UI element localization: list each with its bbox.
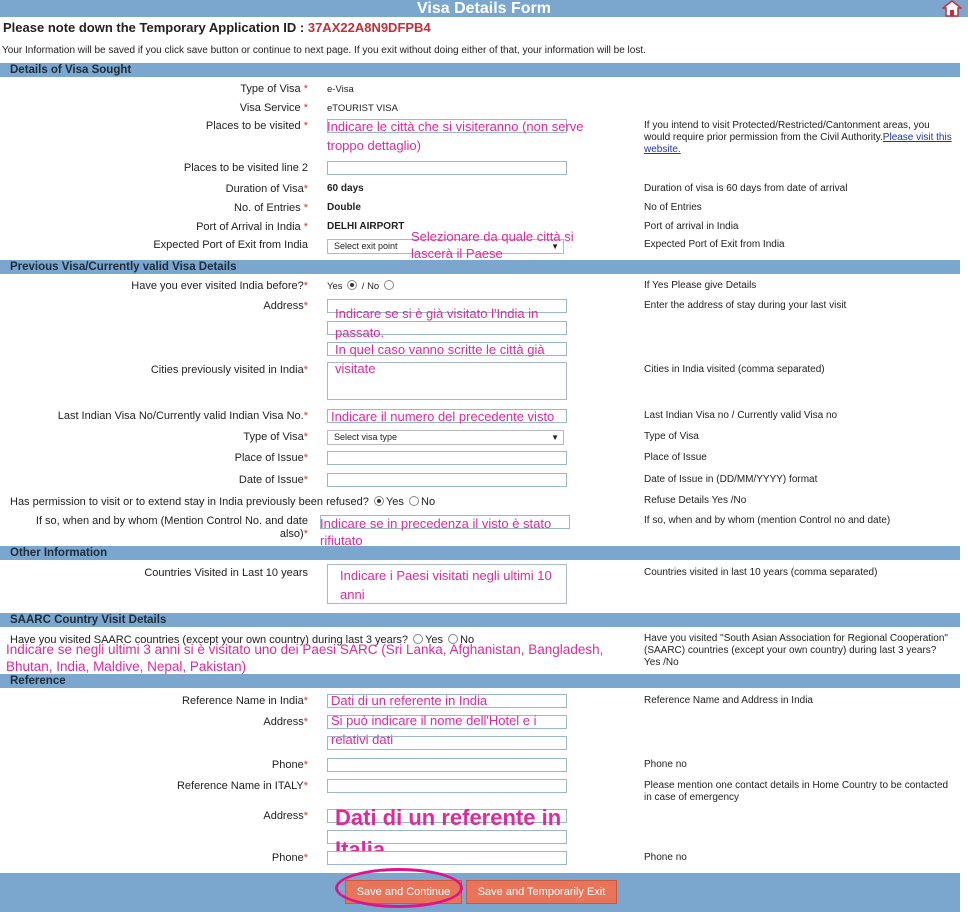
ref-name-italy-label: Reference Name in ITALY* [176,780,308,792]
visited-yes-radio[interactable] [347,280,358,291]
home-icon[interactable] [940,0,964,17]
app-id-label: Please note down the Temporary Applicati… [3,20,305,35]
exit-port-label: Expected Port of Exit from India [153,239,308,251]
visited-before-help: If Yes Please give Details [644,280,757,291]
duration-label: Duration of Visa* [225,183,308,195]
last-visa-no-label: Last Indian Visa No/Currently valid Indi… [57,410,308,422]
ref-phone-india-help: Phone no [644,759,687,770]
refused-yes-radio[interactable] [373,496,384,507]
entries-help: No of Entries [644,202,702,213]
refused-label: Has permission to visit or to extend sta… [10,496,436,508]
section-saarc: SAARC Country Visit Details [0,613,960,627]
duration-help: Duration of visa is 60 days from date of… [644,183,848,194]
prev-visa-type-label: Type of Visa* [243,431,308,443]
visited-before-radios: Yes / No [327,280,396,292]
annotation-hotel: Si può indicare il nome dell'Hotel e i r… [331,713,537,747]
prev-visa-type-select[interactable]: Select visa type ▼ [327,430,564,445]
highlight-circle [335,868,463,908]
ref-name-india-help: Reference Name and Address in India [644,695,813,706]
type-of-visa-label: Type of Visa * [240,83,308,95]
ref-name-india-label: Reference Name in India* [182,695,308,707]
prev-visa-type-help: Type of Visa [644,431,699,442]
section-visa-sought: Details of Visa Sought [0,63,960,77]
arrival-port-help: Port of arrival in India [644,221,739,232]
annotation-refused: Indicare se in precedenza il visto è sta… [320,516,552,548]
exit-port-help: Expected Port of Exit from India [644,239,785,250]
places-help: If you intend to visit Protected/Restric… [644,120,952,155]
if-so-help: If so, when and by whom (mention Control… [644,515,891,526]
annotation-exit: Selezionare da quale città si lascerà il… [411,229,574,261]
place-of-issue-input[interactable] [327,451,567,465]
cities-label: Cities previously visited in India* [150,364,308,376]
temporary-application-id: Please note down the Temporary Applicati… [3,20,431,35]
annotation-places: Indicare le città che si visiteranno (no… [327,119,584,153]
if-so-label: If so, when and by whom (Mention Control… [35,515,308,540]
ref-phone-italy-input[interactable] [327,851,567,865]
visited-before-label: Have you ever visited India before?* [131,280,308,292]
section-other-info: Other Information [0,546,960,560]
arrival-port-value: DELHI AIRPORT [327,221,405,232]
date-of-issue-input[interactable] [327,473,567,487]
ref-phone-india-input[interactable] [327,758,567,772]
annotation-countries: Indicare i Paesi visitati negli ultimi 1… [340,568,552,602]
address-label: Address* [263,300,308,312]
places-label: Places to be visited * [205,120,308,132]
section-previous-visa: Previous Visa/Currently valid Visa Detai… [0,260,960,274]
annotation-cities: In quel caso vanno scritte le città già … [335,342,545,376]
refused-help: Refuse Details Yes /No [644,495,747,506]
last-visa-no-help: Last Indian Visa no / Currently valid Vi… [644,410,838,421]
arrival-port-label: Port of Arrival in India * [196,221,308,233]
place-of-issue-help: Place of Issue [644,452,707,463]
entries-label: No. of Entries * [234,202,308,214]
save-and-exit-button[interactable]: Save and Temporarily Exit [466,880,617,904]
ref-phone-italy-label: Phone* [271,852,308,864]
visited-no-radio[interactable] [383,280,394,291]
annotation-visited: Indicare se si è già visitato l'India in… [335,306,539,340]
saarc-help: Have you visited "South Asian Associatio… [644,633,948,668]
ref-phone-india-label: Phone* [271,759,308,771]
visa-service-label: Visa Service * [239,102,308,114]
annotation-saarc: Indicare se negli ultimi 3 anni si è vis… [6,642,604,674]
annotation-visa-no: Indicare il numero del precedente visto [331,409,555,424]
countries-visited-label: Countries Visited in Last 10 years [144,567,308,579]
type-of-visa-value: e-Visa [327,84,354,95]
ref-address-india-label: Address* [263,716,308,728]
ref-phone-italy-help: Phone no [644,852,687,863]
save-notice: Your Information will be saved if you cl… [2,45,646,56]
refused-no-radio[interactable] [409,496,419,507]
places-line2-label: Places to be visited line 2 [183,162,308,174]
ref-name-italy-help: Please mention one contact details in Ho… [644,780,949,803]
address-help: Enter the address of stay during your la… [644,300,847,311]
annotation-ref-india: Dati di un referente in India [331,693,488,708]
form-title: Visa Details Form [0,0,968,17]
section-reference: Reference [0,674,960,688]
ref-address-italy-label: Address* [263,810,308,822]
app-id-value: 37AX22A8N9DFPB4 [307,20,431,35]
place-of-issue-label: Place of Issue* [234,452,308,464]
date-of-issue-label: Date of Issue* [238,474,308,486]
visa-service-value: eTOURIST VISA [327,103,398,114]
ref-name-italy-input[interactable] [327,779,567,793]
countries-visited-help: Countries visited in last 10 years (comm… [644,567,878,578]
date-of-issue-help: Date of Issue in (DD/MM/YYYY) format [644,474,818,485]
entries-value: Double [327,202,361,213]
duration-value: 60 days [327,183,364,194]
cities-help: Cities in India visited (comma separated… [644,364,825,375]
chevron-down-icon: ▼ [551,433,559,442]
places-line2-input[interactable] [327,161,567,175]
